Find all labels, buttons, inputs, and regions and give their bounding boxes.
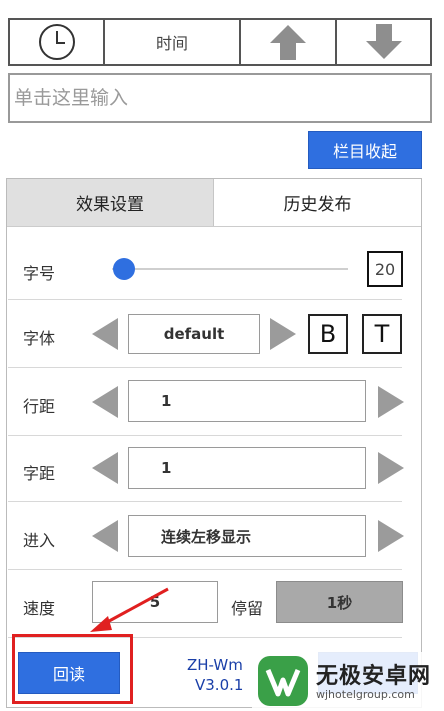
line-spacing-label: 行距	[23, 397, 56, 416]
tab-effect-settings[interactable]: 效果设置	[7, 179, 214, 226]
app-version: V3.0.1	[195, 676, 244, 694]
char-spacing-value[interactable]: 1	[128, 447, 366, 489]
bold-button[interactable]: B	[308, 314, 348, 354]
line-spacing-next-icon[interactable]	[378, 386, 404, 418]
time-button[interactable]: 时间	[105, 20, 241, 64]
line-spacing-value[interactable]: 1	[128, 380, 366, 422]
watermark: 无极安卓网 wjhotelgroup.com	[252, 652, 442, 710]
speed-value[interactable]: 5	[92, 581, 218, 623]
text-style-button[interactable]: T	[362, 314, 402, 354]
move-up-button[interactable]	[241, 20, 337, 64]
font-label: 字体	[23, 329, 56, 348]
enter-label: 进入	[23, 531, 56, 550]
char-spacing-prev-icon[interactable]	[92, 452, 118, 484]
top-toolbar: 时间	[8, 18, 432, 66]
font-size-slider-knob[interactable]	[113, 258, 135, 280]
collapse-columns-button[interactable]: 栏目收起	[308, 131, 422, 169]
char-spacing-next-icon[interactable]	[378, 452, 404, 484]
stay-label: 停留	[231, 599, 264, 618]
font-size-value[interactable]: 20	[367, 251, 403, 287]
tab-bar: 效果设置 历史发布	[7, 179, 421, 227]
arrow-down-icon	[365, 24, 402, 59]
watermark-logo-icon	[258, 656, 308, 706]
clock-icon	[38, 24, 75, 60]
stay-value[interactable]: 1秒	[276, 581, 403, 623]
app-name: ZH-Wm	[187, 656, 243, 674]
clock-button[interactable]	[10, 20, 105, 64]
highlight-box	[12, 634, 133, 704]
enter-effect-value[interactable]: 连续左移显示	[128, 515, 366, 557]
font-size-slider-track[interactable]	[112, 268, 348, 270]
font-next-icon[interactable]	[270, 318, 296, 350]
version-info: ZH-Wm V3.0.1	[187, 655, 257, 695]
speed-label: 速度	[23, 599, 56, 618]
text-input[interactable]	[10, 75, 430, 121]
row-font-size	[8, 226, 402, 300]
enter-next-icon[interactable]	[378, 520, 404, 552]
char-spacing-label: 字距	[23, 464, 56, 483]
font-value[interactable]: default	[128, 314, 260, 354]
line-spacing-prev-icon[interactable]	[92, 386, 118, 418]
watermark-url: wjhotelgroup.com	[316, 688, 415, 701]
font-prev-icon[interactable]	[92, 318, 118, 350]
move-down-button[interactable]	[337, 20, 430, 64]
tab-history[interactable]: 历史发布	[214, 179, 421, 226]
font-size-label: 字号	[23, 264, 56, 283]
text-input-container	[8, 73, 432, 123]
time-label: 时间	[155, 34, 188, 53]
enter-prev-icon[interactable]	[92, 520, 118, 552]
arrow-up-icon	[270, 25, 306, 60]
watermark-title: 无极安卓网	[316, 664, 432, 689]
